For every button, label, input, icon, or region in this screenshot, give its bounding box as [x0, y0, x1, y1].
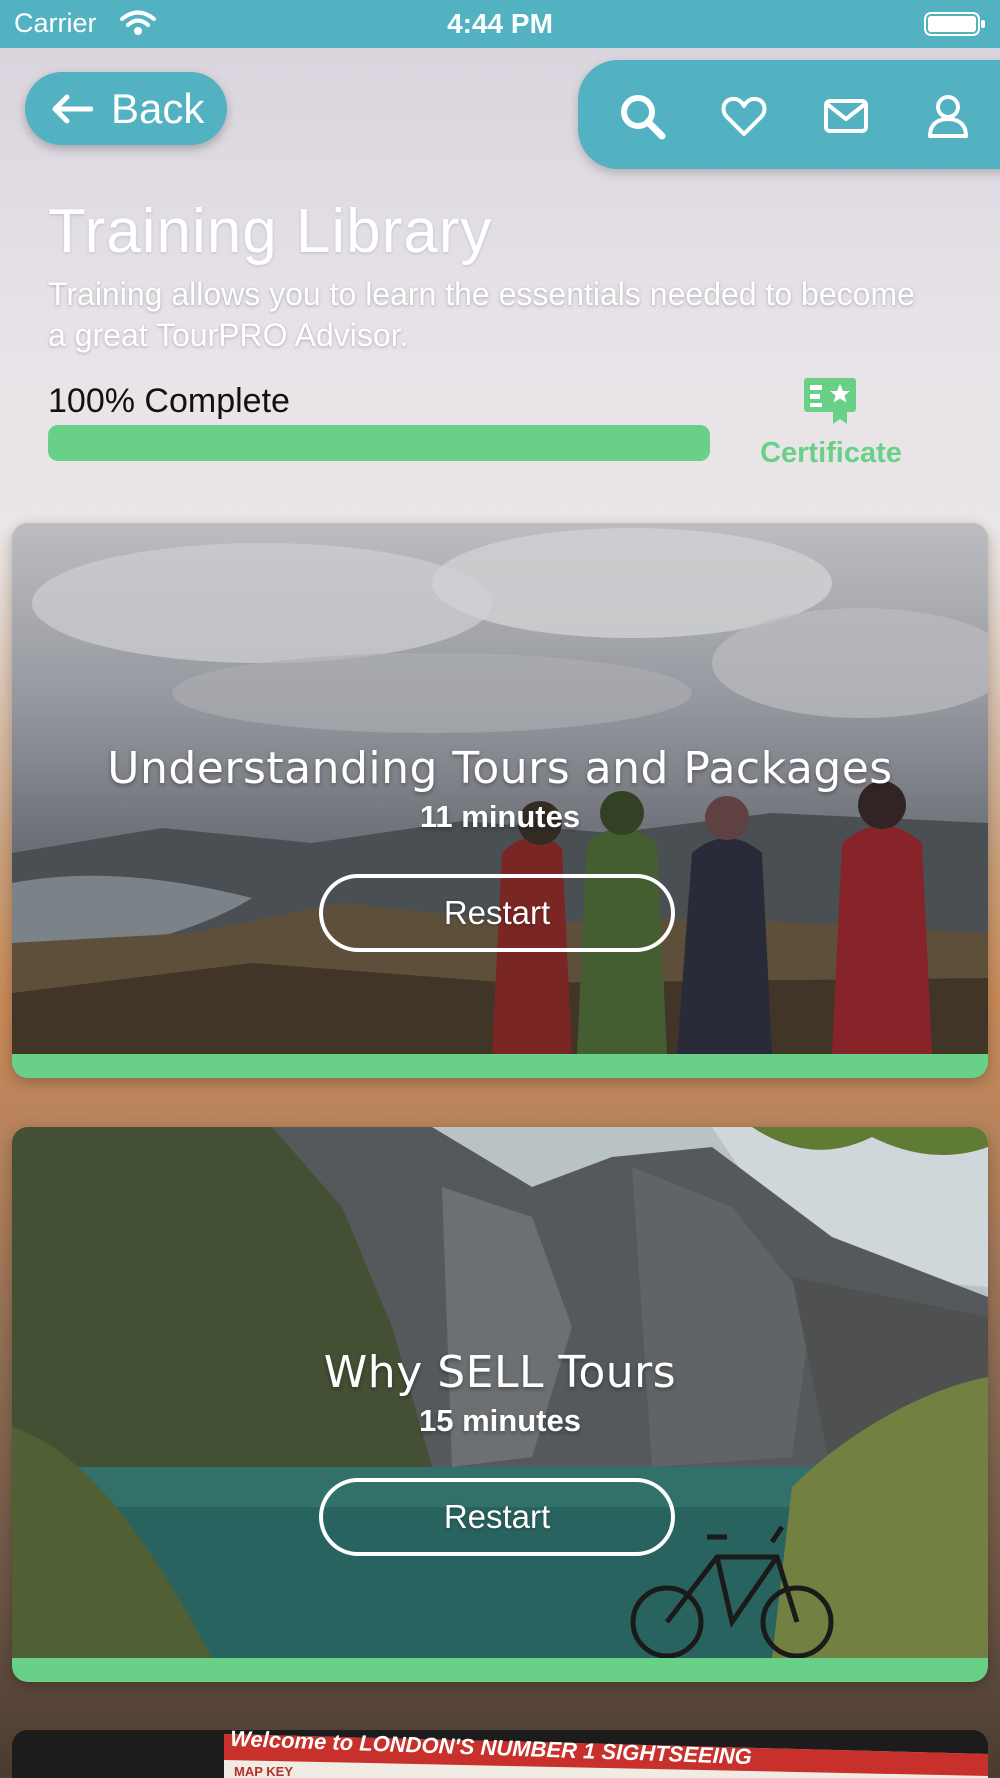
progress-bar [48, 425, 710, 461]
battery-icon [924, 12, 985, 36]
progress-fill [48, 425, 710, 461]
page-title: Training Library [48, 197, 493, 266]
status-bar: Carrier 4:44 PM [0, 0, 1000, 48]
restart-button[interactable]: Restart [319, 1478, 675, 1556]
course-title: Why SELL Tours [323, 1347, 677, 1398]
heart-icon[interactable] [720, 92, 768, 140]
certificate-link[interactable]: Certificate [756, 437, 906, 470]
search-icon[interactable] [618, 92, 666, 140]
restart-button[interactable]: Restart [319, 874, 675, 952]
back-button[interactable]: Back [25, 72, 227, 145]
mail-icon[interactable] [822, 92, 870, 140]
course-title: Understanding Tours and Packages [107, 743, 893, 794]
header-nav [578, 60, 1000, 169]
user-icon[interactable] [924, 92, 972, 140]
progress-label: 100% Complete [48, 382, 290, 420]
partial-map-key: MAP KEY [234, 1764, 293, 1778]
course-duration: 15 minutes [419, 1403, 581, 1438]
course-duration: 11 minutes [419, 799, 581, 834]
page-subtitle: Training allows you to learn the essenti… [48, 276, 915, 353]
status-time: 4:44 PM [447, 8, 553, 39]
arrow-left-icon [52, 94, 93, 124]
back-label: Back [111, 85, 205, 132]
course-card[interactable]: Understanding Tours and Packages 11 minu… [12, 523, 988, 1078]
course-card-partial[interactable]: Welcome to LONDON'S NUMBER 1 SIGHTSEEING… [12, 1730, 988, 1778]
certificate-icon[interactable] [802, 376, 858, 426]
course-card[interactable]: Why SELL Tours 15 minutes Restart [12, 1127, 988, 1682]
